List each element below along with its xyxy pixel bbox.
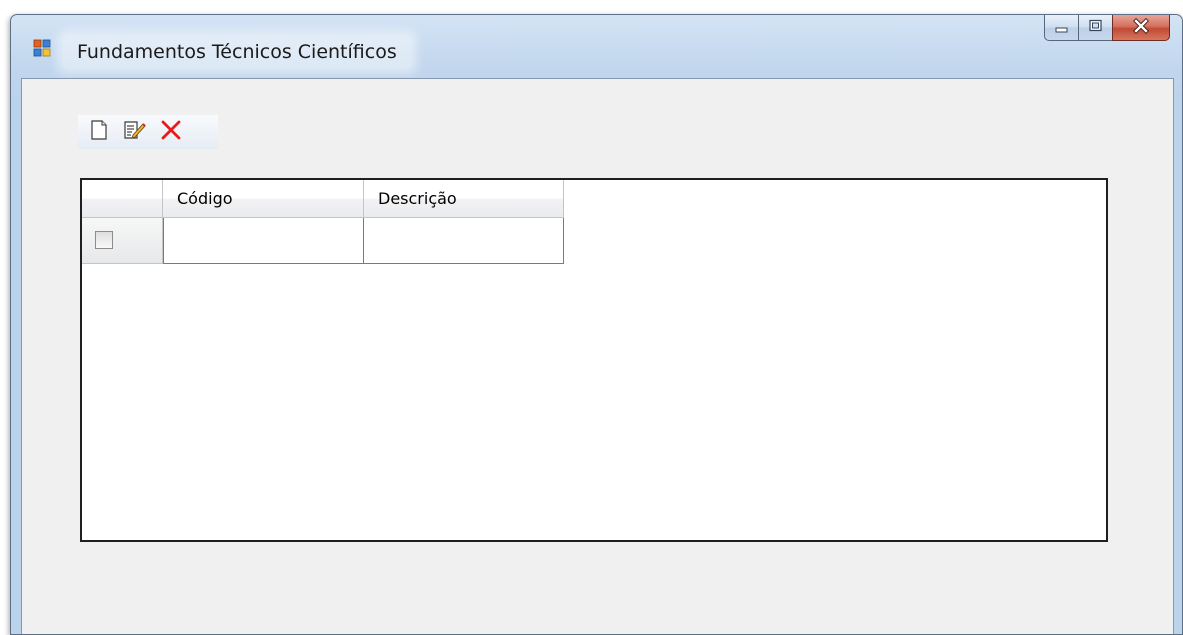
grid-header: Código Descrição (82, 180, 564, 218)
close-button[interactable] (1112, 15, 1170, 41)
new-button[interactable] (86, 119, 112, 145)
app-window: Fundamentos Técnicos Científicos Código … (10, 14, 1183, 635)
close-icon (1131, 17, 1151, 38)
delete-x-icon (160, 119, 182, 145)
maximize-button[interactable] (1078, 15, 1112, 41)
edit-document-icon (124, 120, 146, 144)
maximize-icon (1088, 18, 1104, 37)
window-title-area: Fundamentos Técnicos Científicos (63, 36, 411, 68)
row-header-corner[interactable] (82, 180, 163, 218)
edit-button[interactable] (122, 119, 148, 145)
title-bar[interactable]: Fundamentos Técnicos Científicos (11, 15, 1182, 77)
caption-buttons (1044, 15, 1170, 43)
column-header-descricao[interactable]: Descrição (364, 180, 564, 218)
form-app-icon (33, 39, 51, 57)
minimize-icon (1054, 18, 1070, 37)
window-title: Fundamentos Técnicos Científicos (77, 41, 397, 63)
row-checkbox[interactable] (95, 231, 113, 249)
minimize-button[interactable] (1044, 15, 1078, 41)
delete-button[interactable] (158, 119, 184, 145)
table-row[interactable] (82, 218, 564, 264)
new-document-icon (90, 120, 108, 144)
client-area: Código Descrição (21, 78, 1174, 634)
toolbar (78, 115, 218, 149)
data-grid[interactable]: Código Descrição (80, 178, 1108, 542)
row-header[interactable] (82, 218, 163, 264)
cell-codigo[interactable] (163, 218, 364, 264)
cell-descricao[interactable] (364, 218, 564, 264)
column-header-codigo[interactable]: Código (163, 180, 364, 218)
